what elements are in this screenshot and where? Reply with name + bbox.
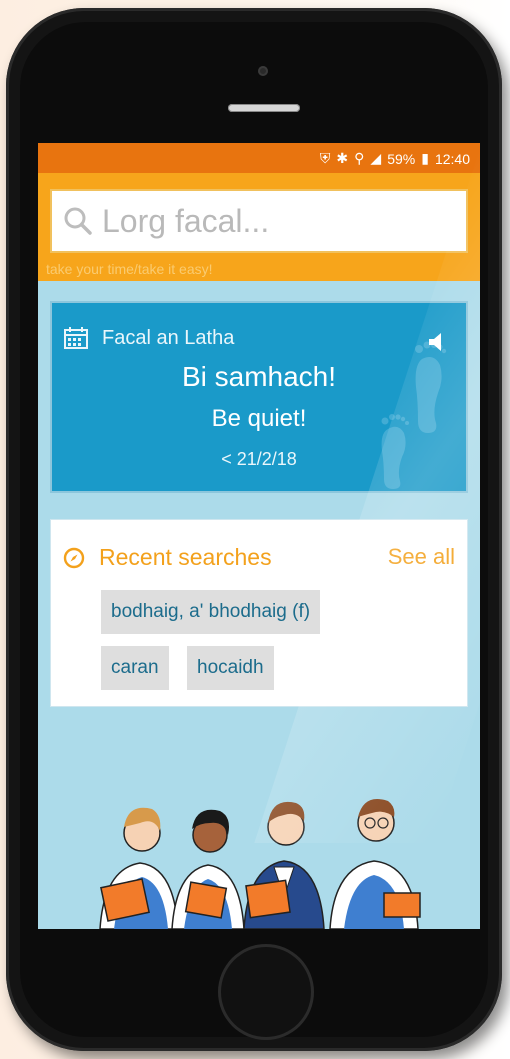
compass-icon bbox=[63, 547, 85, 569]
recent-search-chip[interactable]: caran bbox=[101, 646, 169, 690]
header-subtitle: take your time/take it easy! bbox=[46, 261, 213, 277]
search-bar[interactable] bbox=[50, 189, 468, 253]
wifi-icon: ⚲ bbox=[354, 150, 365, 166]
word-gaelic: Bi samhach! bbox=[181, 361, 337, 392]
students-reading-illustration bbox=[99, 799, 421, 929]
recent-searches-title: Recent searches bbox=[99, 544, 272, 570]
search-input[interactable] bbox=[100, 201, 464, 241]
app-screen: ⛨ ✱ ⚲ ◢ 59% ▮ 12:40 take your time/take … bbox=[38, 143, 480, 929]
previous-day-link[interactable]: < 21/2/18 bbox=[52, 449, 466, 470]
speaker-icon[interactable] bbox=[426, 331, 448, 353]
signal-icon: ◢ bbox=[370, 150, 382, 166]
battery-percent: 59% bbox=[387, 150, 416, 167]
search-icon bbox=[64, 207, 92, 235]
word-of-the-day-card[interactable]: Facal an Latha Bi samhach! Be quiet! < 2… bbox=[50, 301, 468, 493]
calendar-icon bbox=[64, 327, 88, 349]
see-all-link[interactable]: See all bbox=[388, 544, 455, 570]
recent-searches-card: Recent searches See all bodhaig, a' bhod… bbox=[50, 519, 468, 707]
recent-search-chip[interactable]: bodhaig, a' bhodhaig (f) bbox=[101, 590, 321, 634]
battery-icon: ▮ bbox=[421, 150, 429, 166]
home-button[interactable] bbox=[218, 944, 314, 1040]
front-camera bbox=[258, 66, 268, 76]
bluetooth-icon: ✱ bbox=[336, 150, 349, 166]
word-of-day-title: Facal an Latha bbox=[102, 327, 235, 349]
clock: 12:40 bbox=[434, 150, 470, 167]
notification-icon: ⛨ bbox=[319, 150, 331, 166]
word-english: Be quiet! bbox=[211, 405, 307, 432]
recent-search-chip[interactable]: hocaidh bbox=[187, 646, 274, 690]
earpiece-speaker bbox=[228, 104, 300, 112]
app-header: take your time/take it easy! bbox=[38, 173, 480, 281]
status-bar: ⛨ ✱ ⚲ ◢ 59% ▮ 12:40 bbox=[38, 143, 480, 173]
